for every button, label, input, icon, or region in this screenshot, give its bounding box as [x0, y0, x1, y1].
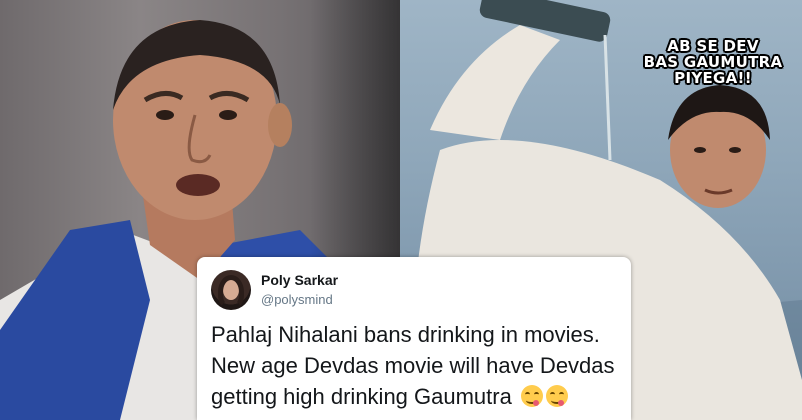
tweet-line-3: getting high drinking Gaumutra: [211, 381, 629, 412]
raised-arm-sleeve: [430, 25, 560, 140]
avatar[interactable]: [211, 270, 251, 310]
tweet-card[interactable]: Poly Sarkar @polysmind Pahlaj Nihalani b…: [197, 257, 631, 420]
meme-caption: AB SE DEV BAS GAUMUTRA PIYEGA!!: [630, 38, 796, 86]
right-eye: [219, 110, 237, 120]
right-eye: [729, 147, 741, 153]
caption-line-1: AB SE DEV: [667, 37, 759, 55]
tweet-author-handle[interactable]: @polysmind: [261, 292, 333, 307]
caption-line-2: BAS GAUMUTRA: [643, 53, 783, 71]
tweet-line-3-text: getting high drinking Gaumutra: [211, 384, 512, 409]
tweet-text: Pahlaj Nihalani bans drinking in movies.…: [211, 319, 629, 412]
meme-image: AB SE DEV BAS GAUMUTRA PIYEGA!! Poly Sar…: [0, 0, 802, 420]
left-eye: [156, 110, 174, 120]
tweet-line-2: New age Devdas movie will have Devdas: [211, 353, 615, 378]
caption-line-3: PIYEGA!!: [674, 69, 752, 87]
left-eye: [694, 147, 706, 153]
yum-face-emoji-icon: [520, 385, 543, 407]
mouth: [176, 174, 220, 196]
ear: [268, 103, 292, 147]
liquid-stream: [603, 34, 612, 161]
blue-vest-left: [0, 220, 150, 420]
avatar-hair: [218, 275, 244, 309]
tweet-line-1: Pahlaj Nihalani bans drinking in movies.: [211, 322, 600, 347]
tweet-author-name[interactable]: Poly Sarkar: [261, 272, 338, 288]
yum-face-emoji-icon: [545, 385, 568, 407]
